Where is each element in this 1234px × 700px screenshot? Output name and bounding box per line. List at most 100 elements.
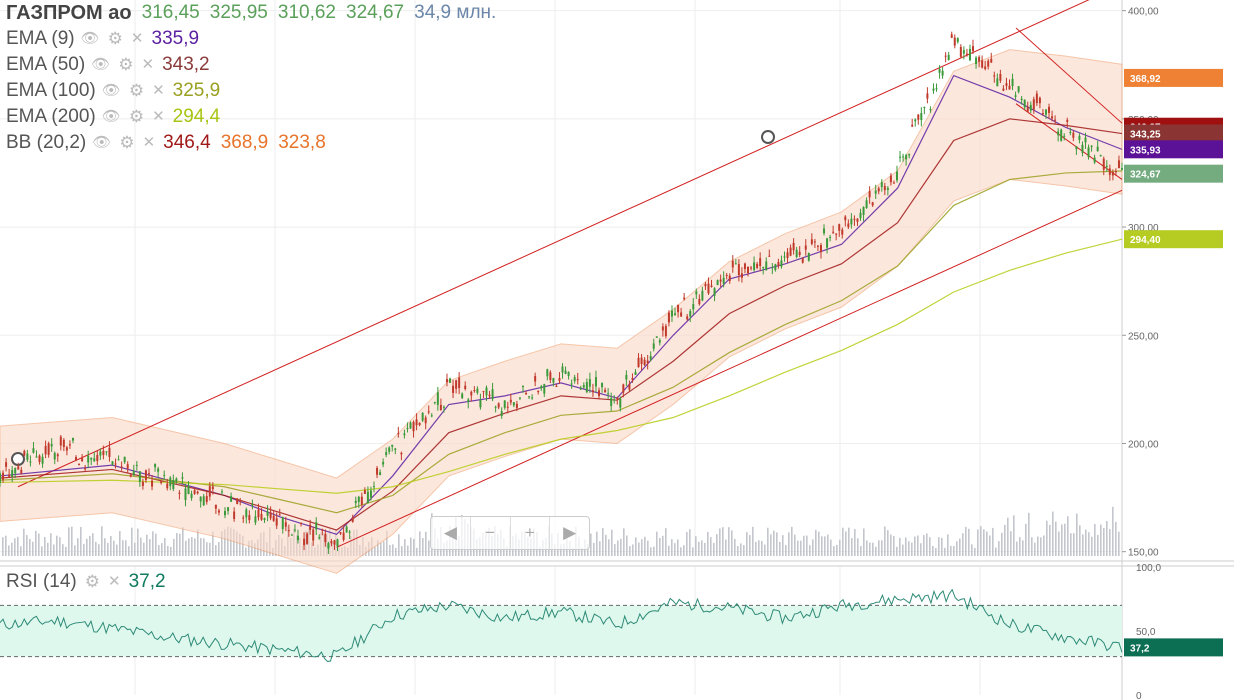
volume-bar [1091,536,1093,556]
candle-body [555,385,558,387]
close-icon[interactable]: ✕ [142,55,155,75]
candle-body [783,256,786,258]
eye-icon[interactable]: 👁 [81,29,100,49]
candle-body [141,481,144,486]
candle-body [369,490,372,498]
candle-body [126,464,129,469]
volume-bar [716,534,718,556]
volume-bar [671,539,673,556]
volume-bar [593,542,595,556]
candle-body [1090,145,1093,148]
volume-bar [689,529,691,556]
volume-bar [710,537,712,556]
volume-bar [5,535,7,556]
candle-body [765,261,768,271]
close-icon[interactable]: ✕ [108,572,121,592]
candle-body [892,182,895,184]
volume-bar [1118,531,1120,556]
ticker-title: ГАЗПРОМ ао [6,2,132,24]
candle-body [1066,119,1069,122]
gear-icon[interactable]: ⚙ [129,107,144,127]
zoom-in-button[interactable]: + [511,517,551,549]
candle-body [147,473,150,475]
volume-bar [896,546,898,556]
gear-icon[interactable]: ⚙ [108,29,123,49]
candle-body [278,514,281,516]
scroll-right-button[interactable]: ▶ [550,517,589,549]
candle-body [1051,116,1054,119]
candle-body [151,480,154,487]
close-icon[interactable]: ✕ [143,133,156,153]
candle-body [588,379,591,387]
candle-body [528,396,531,398]
candle-body [610,398,613,406]
volume-bar [821,536,823,556]
candle-body [300,522,303,524]
zoom-out-button[interactable]: − [471,517,511,549]
candle-body [394,448,397,450]
candle-body [2,472,5,480]
candle-body [211,486,214,490]
price-badge-label: 324,67 [1130,170,1161,181]
candle-body [373,486,375,488]
candle-body [470,391,473,396]
volume-bar [617,540,619,556]
gear-icon[interactable]: ⚙ [85,572,100,592]
candle-body [430,415,433,417]
candle-body [670,310,673,317]
volume-bar [626,535,628,556]
volume-bar [86,538,88,556]
volume-bar [392,544,394,556]
candle-body [29,461,32,463]
candle-body [473,390,476,392]
volume-bar [185,540,187,556]
close-icon[interactable]: ✕ [131,29,144,49]
volume-bar [404,539,406,556]
candle-body [433,402,436,404]
gear-icon[interactable]: ⚙ [129,81,144,101]
candle-body [1057,131,1060,136]
candle-body [102,450,105,456]
candle-body [242,517,245,519]
gear-icon[interactable]: ⚙ [119,133,134,153]
scroll-left-button[interactable]: ◀ [431,517,471,549]
close-icon[interactable]: ✕ [152,107,165,127]
candle-body [902,156,905,158]
volume-bar [827,534,829,556]
volume-bar [857,538,859,556]
volume-bar [635,537,637,556]
eye-icon[interactable]: 👁 [102,81,121,101]
volume-bar [638,542,640,556]
candle-body [756,263,759,268]
candle-body [318,537,321,539]
eye-icon[interactable]: 👁 [102,107,121,127]
volume-bar [89,535,91,556]
candle-body [342,532,345,540]
volume-bar [59,537,61,556]
candle-body [157,468,160,472]
candle-body [35,456,38,458]
candle-body [953,37,956,46]
candle-body [1041,113,1044,115]
volume-bar [815,529,817,556]
candle-body [962,50,965,54]
candle-body [1014,95,1017,97]
volume-bar [761,540,763,556]
candle-body [537,390,540,393]
candle-body [795,249,798,257]
volume-bar [929,537,931,556]
volume-bar [722,527,724,556]
candle-body [813,241,816,243]
volume-bar [869,542,871,556]
volume-bar [791,526,793,556]
candle-body [655,336,658,338]
eye-icon[interactable]: 👁 [92,133,111,153]
candle-body [99,451,102,456]
eye-icon[interactable]: 👁 [91,55,110,75]
close-icon[interactable]: ✕ [152,81,165,101]
volume-bar [683,545,685,556]
chart-legend: ГАЗПРОМ ао 316,45 325,95 310,62 324,67 3… [6,0,506,156]
volume-bar [839,539,841,556]
candle-body [877,188,880,192]
gear-icon[interactable]: ⚙ [118,55,133,75]
